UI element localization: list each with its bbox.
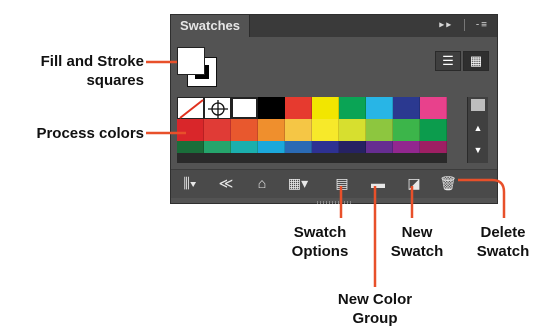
- process-colors-callout: Process colors: [36, 125, 144, 142]
- fill-square[interactable]: [177, 47, 205, 75]
- new-color-group-callout: New Color Group: [337, 291, 413, 327]
- delete-swatch-callout-line: [458, 178, 506, 218]
- fill-stroke-callout: Fill and Stroke squares: [40, 53, 144, 89]
- swatch-options-callout: Swatch Options: [291, 224, 349, 260]
- delete-swatch-callout: Delete Swatch: [476, 224, 530, 260]
- new-swatch-callout: New Swatch: [390, 224, 444, 260]
- callout-lines: [146, 60, 506, 287]
